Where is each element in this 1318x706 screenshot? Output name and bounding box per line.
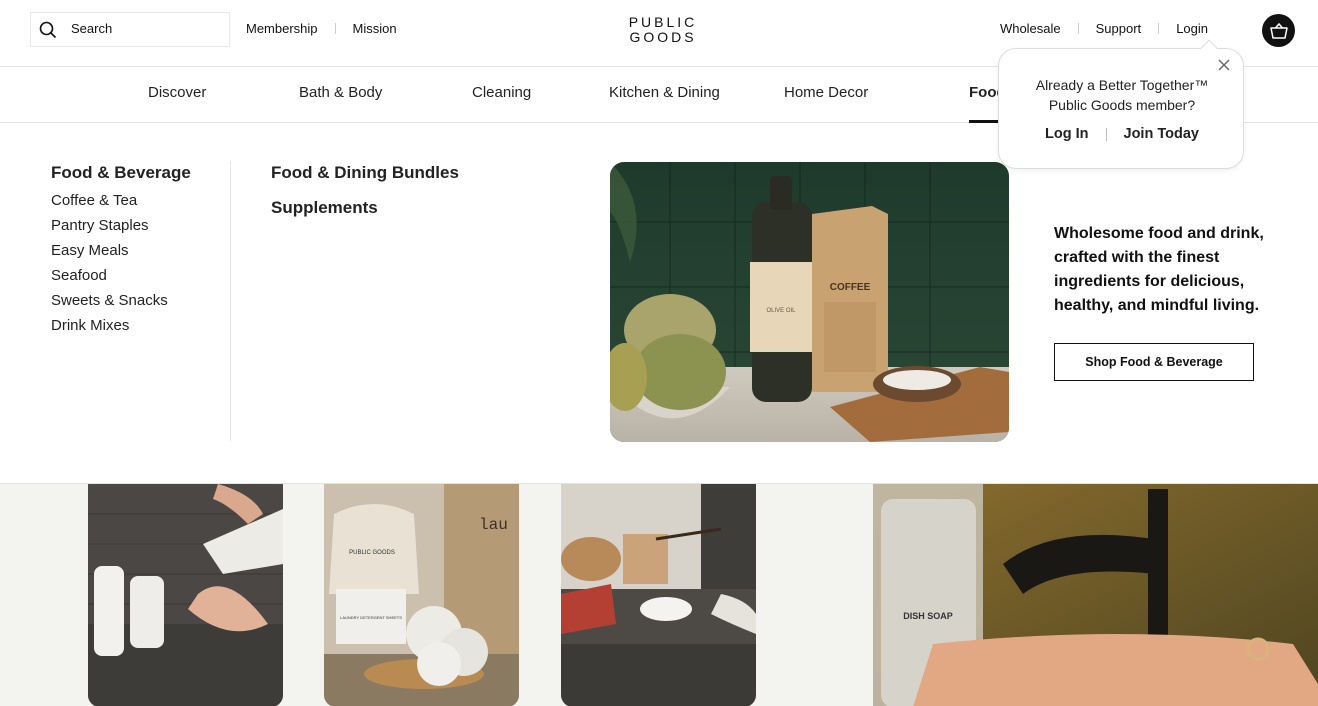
logo-line-1: PUBLIC [628, 14, 698, 30]
divider [1158, 23, 1160, 34]
logo-line-2: GOODS [629, 29, 697, 45]
header-right-links: Wholesale Support Login [1000, 21, 1208, 36]
nav-cleaning[interactable]: Cleaning [472, 84, 531, 101]
popover-actions: Log In Join Today [999, 126, 1245, 142]
bag-logo-text: PUBLIC GOODS [349, 550, 395, 556]
shop-food-beverage-button[interactable]: Shop Food & Beverage [1054, 343, 1254, 381]
bath-body-tile[interactable] [88, 484, 283, 706]
kitchen-tile[interactable] [561, 484, 756, 706]
sheets-box-text: LAUNDRY DETERGENT SHEETS [340, 615, 402, 620]
popover-message: Already a Better Together™ Public Goods … [999, 75, 1245, 115]
food-beverage-heading[interactable]: Food & Beverage [51, 163, 191, 183]
popover-message-line-1: Already a Better Together™ [1035, 77, 1209, 93]
menu-link-sweets-snacks[interactable]: Sweets & Snacks [51, 288, 191, 313]
laundry-tile[interactable]: lau PUBLIC GOODS LAUNDRY DETERGENT SHEET… [324, 484, 519, 706]
support-link[interactable]: Support [1096, 21, 1142, 36]
popover-message-line-2: Public Goods member? [1048, 97, 1196, 113]
nav-kitchen-dining[interactable]: Kitchen & Dining [609, 84, 720, 101]
coffee-bag-label-text: COFFEE [830, 282, 871, 293]
divider [1105, 127, 1107, 141]
food-mega-menu: Food & Beverage Coffee & Tea Pantry Stap… [0, 123, 1318, 483]
laundry-sign-text: lau [479, 516, 508, 534]
cart-button[interactable] [1262, 14, 1295, 47]
basket-icon [1269, 22, 1288, 39]
nav-discover[interactable]: Discover [148, 84, 206, 101]
bottle-label-text: OLIVE OIL [766, 308, 796, 314]
site-logo[interactable]: PUBLIC GOODS [613, 15, 713, 45]
nav-bath-body[interactable]: Bath & Body [299, 84, 382, 101]
menu-link-food-dining-bundles[interactable]: Food & Dining Bundles [271, 163, 459, 183]
menu-link-seafood[interactable]: Seafood [51, 263, 191, 288]
log-in-link[interactable]: Log In [1045, 126, 1089, 142]
join-today-link[interactable]: Join Today [1124, 126, 1199, 142]
nav-home-decor[interactable]: Home Decor [784, 84, 868, 101]
mission-link[interactable]: Mission [353, 21, 397, 36]
food-promo-image[interactable]: OLIVE OIL COFFEE [610, 162, 1009, 442]
menu-link-coffee-tea[interactable]: Coffee & Tea [51, 188, 191, 213]
bundles-column: Food & Dining Bundles Supplements [271, 163, 459, 233]
menu-link-drink-mixes[interactable]: Drink Mixes [51, 313, 191, 338]
divider [1077, 23, 1079, 34]
wholesale-link[interactable]: Wholesale [1000, 21, 1061, 36]
food-beverage-column: Food & Beverage Coffee & Tea Pantry Stap… [51, 163, 191, 338]
soap-label-text: DISH SOAP [903, 611, 953, 621]
menu-link-pantry-staples[interactable]: Pantry Staples [51, 213, 191, 238]
membership-link[interactable]: Membership [246, 21, 318, 36]
promo-description: Wholesome food and drink, crafted with t… [1054, 225, 1264, 314]
login-link[interactable]: Login [1176, 21, 1208, 36]
close-icon[interactable] [1217, 58, 1231, 72]
search-input[interactable] [71, 20, 211, 36]
featured-tiles-row: lau PUBLIC GOODS LAUNDRY DETERGENT SHEET… [0, 483, 1318, 706]
menu-divider [230, 161, 231, 441]
header-left-links: Membership Mission [246, 21, 397, 36]
menu-link-easy-meals[interactable]: Easy Meals [51, 238, 191, 263]
member-login-popover: Already a Better Together™ Public Goods … [998, 39, 1245, 169]
divider [334, 23, 336, 34]
dish-soap-tile[interactable]: DISH SOAP [873, 484, 1318, 706]
menu-link-supplements[interactable]: Supplements [271, 198, 459, 218]
search-box[interactable] [30, 12, 230, 47]
search-icon [39, 21, 57, 38]
